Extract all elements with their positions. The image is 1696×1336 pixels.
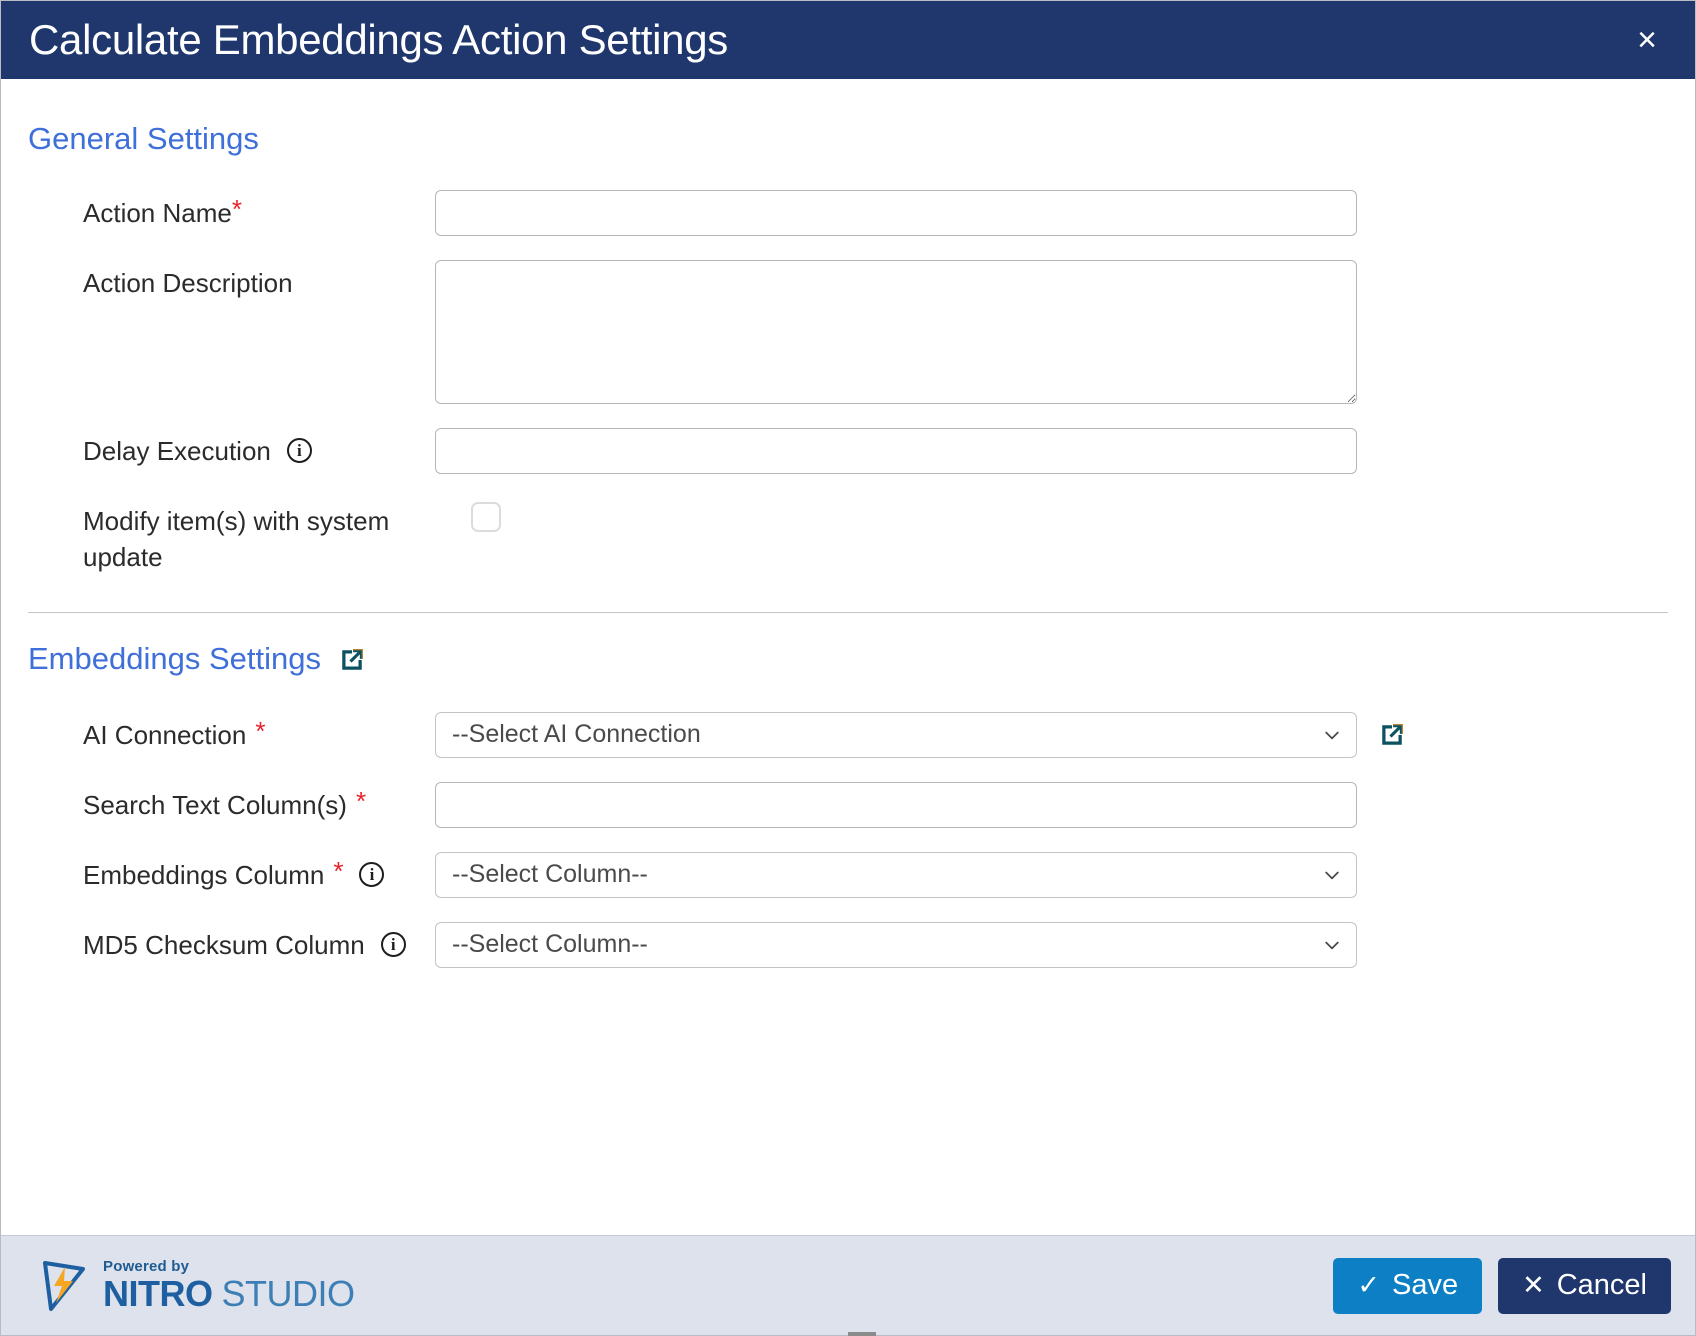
embeddings-settings-heading-label: Embeddings Settings [28, 640, 321, 676]
general-settings-heading: General Settings [28, 123, 1695, 154]
logo-name: NITRO STUDIO [103, 1276, 355, 1312]
field-row-modify-system-update: Modify item(s) with system update [1, 498, 1695, 576]
info-icon[interactable]: i [286, 438, 312, 463]
field-row-md5-checksum-column: MD5 Checksum Column i --Select Column-- [1, 921, 1695, 968]
external-link-icon[interactable] [1379, 722, 1405, 748]
required-asterisk: * [231, 194, 242, 224]
required-asterisk: * [333, 855, 344, 886]
embeddings-settings-heading: Embeddings Settings [28, 643, 1695, 674]
modify-system-update-label: Modify item(s) with system update [83, 498, 435, 576]
logo-powered-by: Powered by [103, 1258, 190, 1275]
delay-execution-input[interactable] [435, 428, 1357, 474]
embeddings-column-select[interactable]: --Select Column-- [435, 851, 1357, 898]
ai-connection-select[interactable]: --Select AI Connection [435, 711, 1357, 758]
dialog-footer: Powered by NITRO STUDIO ✓ Save ✕ Cancel [1, 1235, 1695, 1335]
scrollbar-stub[interactable] [848, 1332, 876, 1336]
action-name-label-text: Action Name [83, 198, 232, 228]
embeddings-column-selected-value: --Select Column-- [452, 860, 648, 889]
ai-connection-field-wrap: --Select AI Connection [435, 711, 1405, 758]
logo-text-block: Powered by NITRO STUDIO [103, 1259, 355, 1312]
save-button[interactable]: ✓ Save [1333, 1257, 1483, 1314]
field-row-action-description: Action Description [1, 260, 1695, 404]
dialog-title: Calculate Embeddings Action Settings [29, 16, 728, 63]
logo-nitro-text: NITRO [103, 1273, 213, 1314]
search-text-columns-input[interactable] [435, 781, 1357, 828]
action-name-field-wrap [435, 190, 1357, 236]
chevron-down-icon [1325, 941, 1339, 949]
md5-checksum-column-selected-value: --Select Column-- [452, 930, 648, 959]
field-row-action-name: Action Name * [1, 190, 1695, 236]
md5-checksum-column-field-wrap: --Select Column-- [435, 921, 1357, 968]
info-icon[interactable]: i [380, 931, 406, 957]
section-divider [28, 611, 1668, 613]
action-description-label: Action Description [83, 260, 435, 301]
required-asterisk: * [255, 715, 266, 746]
search-text-columns-field-wrap [435, 781, 1357, 828]
embeddings-column-field-wrap: --Select Column-- [435, 851, 1357, 898]
embeddings-column-label-text: Embeddings Column [83, 859, 325, 890]
save-button-label: Save [1391, 1269, 1459, 1301]
md5-checksum-column-select[interactable]: --Select Column-- [435, 921, 1357, 968]
ai-connection-label: AI Connection * [83, 712, 435, 753]
logo-studio-text: STUDIO [221, 1273, 356, 1314]
delay-execution-label-text: Delay Execution [83, 436, 271, 466]
info-icon[interactable]: i [359, 861, 385, 887]
action-description-textarea[interactable] [435, 260, 1357, 404]
action-description-field-wrap [435, 260, 1357, 404]
field-row-delay-execution: Delay Execution i [1, 428, 1695, 474]
field-row-ai-connection: AI Connection * --Select AI Connection [1, 711, 1695, 758]
field-row-search-text-columns: Search Text Column(s) * [1, 781, 1695, 828]
cancel-button[interactable]: ✕ Cancel [1498, 1257, 1671, 1314]
dialog-body: General Settings Action Name * Action Des… [1, 79, 1695, 1235]
action-name-label: Action Name * [83, 190, 435, 231]
delay-execution-label: Delay Execution i [83, 428, 435, 469]
md5-checksum-column-label: MD5 Checksum Column i [83, 922, 435, 963]
nitro-studio-logo: Powered by NITRO STUDIO [37, 1259, 355, 1313]
modify-system-update-checkbox[interactable] [471, 502, 501, 532]
action-settings-dialog: Calculate Embeddings Action Settings × G… [0, 0, 1696, 1336]
close-icon: ✕ [1522, 1270, 1545, 1300]
field-row-embeddings-column: Embeddings Column * i --Select Column-- [1, 851, 1695, 898]
close-icon[interactable]: × [1627, 19, 1667, 61]
ai-connection-label-text: AI Connection [83, 719, 247, 750]
modify-system-update-field-wrap [435, 498, 501, 532]
ai-connection-selected-value: --Select AI Connection [452, 720, 701, 749]
nitro-logo-icon [43, 1260, 85, 1311]
external-link-icon[interactable] [339, 647, 365, 673]
check-icon: ✓ [1357, 1270, 1380, 1300]
chevron-down-icon [1325, 731, 1339, 739]
cancel-button-label: Cancel [1556, 1269, 1647, 1301]
embeddings-column-label: Embeddings Column * i [83, 852, 435, 893]
footer-buttons: ✓ Save ✕ Cancel [1333, 1257, 1671, 1314]
action-name-input[interactable] [435, 190, 1357, 236]
modify-system-update-label-text: Modify item(s) with system update [83, 506, 390, 572]
md5-checksum-column-label-text: MD5 Checksum Column [83, 929, 365, 960]
search-text-columns-label-text: Search Text Column(s) [83, 789, 347, 820]
search-text-columns-label: Search Text Column(s) * [83, 782, 435, 823]
chevron-down-icon [1325, 871, 1339, 879]
dialog-titlebar: Calculate Embeddings Action Settings × [1, 1, 1695, 79]
delay-execution-field-wrap [435, 428, 1357, 474]
required-asterisk: * [355, 785, 367, 816]
action-description-label-text: Action Description [83, 268, 293, 298]
general-settings-heading-label: General Settings [28, 121, 259, 156]
